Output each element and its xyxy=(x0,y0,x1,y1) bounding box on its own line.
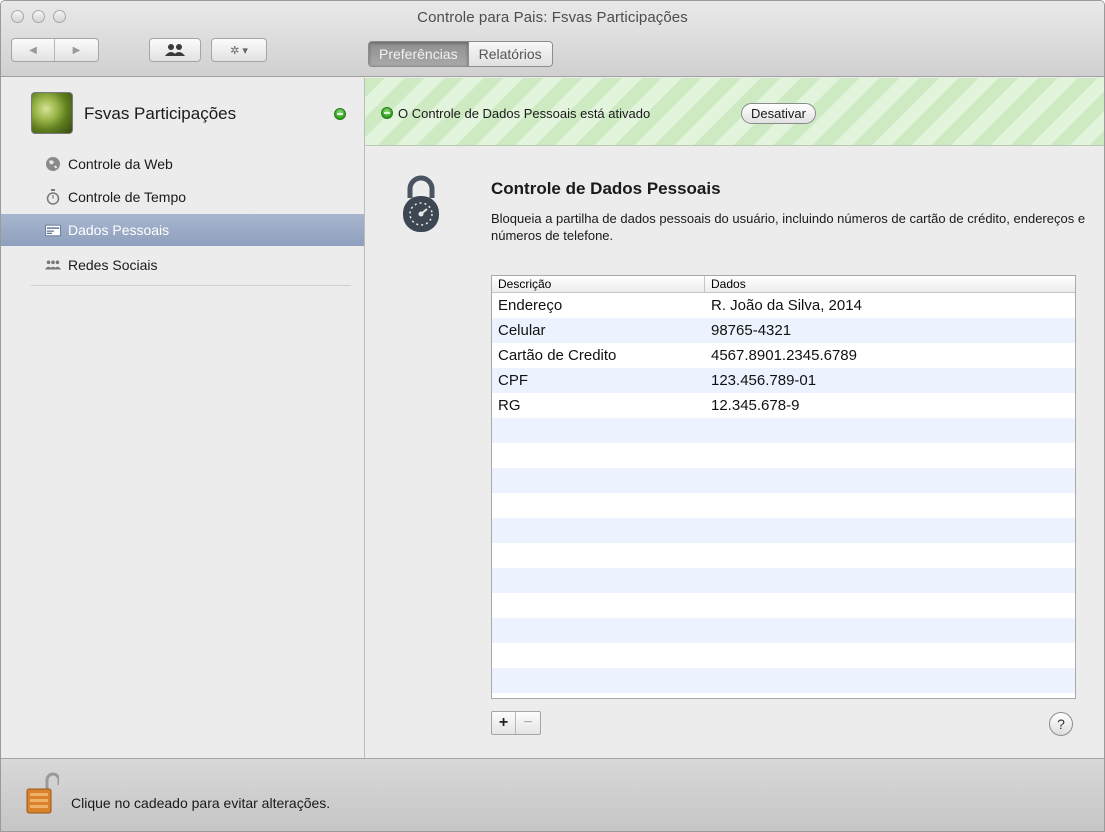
tab-preferencias[interactable]: Preferências xyxy=(369,42,468,66)
action-menu-button[interactable]: ✲ ▾ xyxy=(211,38,267,62)
table-body: Endereço R. João da Silva, 2014 Celular 98… xyxy=(492,293,1075,698)
row-value: R. João da Silva, 2014 xyxy=(711,297,862,314)
gear-icon: ✲ ▾ xyxy=(230,44,248,57)
sidebar-item-label: Controle da Web xyxy=(68,156,173,172)
sidebar-item-tempo[interactable]: Controle de Tempo xyxy=(1,181,364,213)
sidebar-item-label: Redes Sociais xyxy=(68,257,158,273)
empty-row xyxy=(492,493,1075,518)
row-value: 98765-4321 xyxy=(711,322,792,339)
back-button[interactable]: ◀ xyxy=(12,39,55,61)
column-header-descricao[interactable]: Descrição xyxy=(492,276,705,292)
id-card-icon xyxy=(45,222,61,238)
footer: Clique no cadeado para evitar alterações… xyxy=(1,758,1104,831)
lock-icon xyxy=(403,175,439,232)
add-button[interactable]: + xyxy=(492,712,516,734)
sidebar-item-label: Controle de Tempo xyxy=(68,189,187,205)
titlebar: Controle para Pais: Fsvas Participações … xyxy=(1,1,1104,77)
personal-data-table[interactable]: Descrição Dados Endereço R. João da Silva… xyxy=(491,275,1076,699)
lock-hint-text: Clique no cadeado para evitar alterações… xyxy=(71,795,331,811)
empty-row xyxy=(492,518,1075,543)
sidebar-item-dados-pessoais[interactable]: Dados Pessoais xyxy=(1,214,364,246)
status-banner: O Controle de Dados Pessoais está ativad… xyxy=(365,78,1104,146)
account-header[interactable]: Fsvas Participações xyxy=(1,78,364,146)
status-indicator-icon xyxy=(334,108,346,120)
back-arrow-icon: ◀ xyxy=(29,44,37,56)
help-button[interactable]: ? xyxy=(1049,712,1073,736)
sidebar: Fsvas Participações Controle da Web Cont… xyxy=(1,78,365,758)
forward-button[interactable]: ▶ xyxy=(55,39,98,61)
table-row[interactable]: Celular 98765-4321 xyxy=(492,318,1075,343)
tab-relatorios[interactable]: Relatórios xyxy=(467,42,552,66)
table-row[interactable]: CPF 123.456.789-01 xyxy=(492,368,1075,393)
sidebar-item-label: Dados Pessoais xyxy=(68,222,170,238)
padlock-open-icon[interactable] xyxy=(25,771,59,817)
people-group-icon xyxy=(45,257,61,273)
empty-row xyxy=(492,668,1075,693)
back-forward-group: ◀ ▶ xyxy=(11,38,99,62)
table-row[interactable]: RG 12.345.678-9 xyxy=(492,393,1075,418)
forward-arrow-icon: ▶ xyxy=(72,44,81,56)
window-title: Controle para Pais: Fsvas Participações xyxy=(417,9,688,26)
empty-row xyxy=(492,468,1075,493)
panel-title: Controle de Dados Pessoais xyxy=(491,179,721,198)
accounts-button[interactable] xyxy=(149,38,201,62)
empty-row xyxy=(492,443,1075,468)
status-text: O Controle de Dados Pessoais está ativad… xyxy=(398,106,651,121)
main-content: O Controle de Dados Pessoais está ativad… xyxy=(365,78,1104,758)
people-icon xyxy=(165,44,185,56)
row-description: Cartão de Credito xyxy=(498,347,617,364)
app-window: Controle para Pais: Fsvas Participações … xyxy=(0,0,1105,832)
panel-description: Bloqueia a partilha de dados pessoais do… xyxy=(491,211,1086,243)
empty-row xyxy=(492,643,1075,668)
row-value: 4567.8901.2345.6789 xyxy=(711,347,857,364)
status-on-icon xyxy=(381,107,393,119)
stopwatch-icon xyxy=(45,189,61,205)
table-row[interactable]: Endereço R. João da Silva, 2014 xyxy=(492,293,1075,318)
deactivate-button[interactable]: Desativar xyxy=(741,103,816,124)
sidebar-item-redes-sociais[interactable]: Redes Sociais xyxy=(1,249,364,281)
empty-row xyxy=(492,543,1075,568)
sidebar-item-web[interactable]: Controle da Web xyxy=(1,148,364,180)
empty-row xyxy=(492,568,1075,593)
row-description: RG xyxy=(498,397,521,414)
row-description: CPF xyxy=(498,372,528,389)
avatar xyxy=(31,92,73,134)
empty-row xyxy=(492,618,1075,643)
row-value: 12.345.678-9 xyxy=(711,397,800,414)
remove-button[interactable]: − xyxy=(516,712,540,734)
column-header-dados[interactable]: Dados xyxy=(705,276,746,292)
add-remove-control: + − xyxy=(491,711,541,735)
table-header: Descrição Dados xyxy=(492,276,1075,293)
table-row[interactable]: Cartão de Credito 4567.8901.2345.6789 xyxy=(492,343,1075,368)
account-name: Fsvas Participações xyxy=(84,104,237,123)
empty-row xyxy=(492,418,1075,443)
sidebar-divider xyxy=(31,285,351,286)
row-value: 123.456.789-01 xyxy=(711,372,817,389)
empty-row xyxy=(492,593,1075,618)
view-tabs: Preferências Relatórios xyxy=(368,41,553,67)
row-description: Endereço xyxy=(498,297,563,314)
globe-icon xyxy=(45,156,61,172)
row-description: Celular xyxy=(498,322,546,339)
empty-row xyxy=(492,693,1075,698)
